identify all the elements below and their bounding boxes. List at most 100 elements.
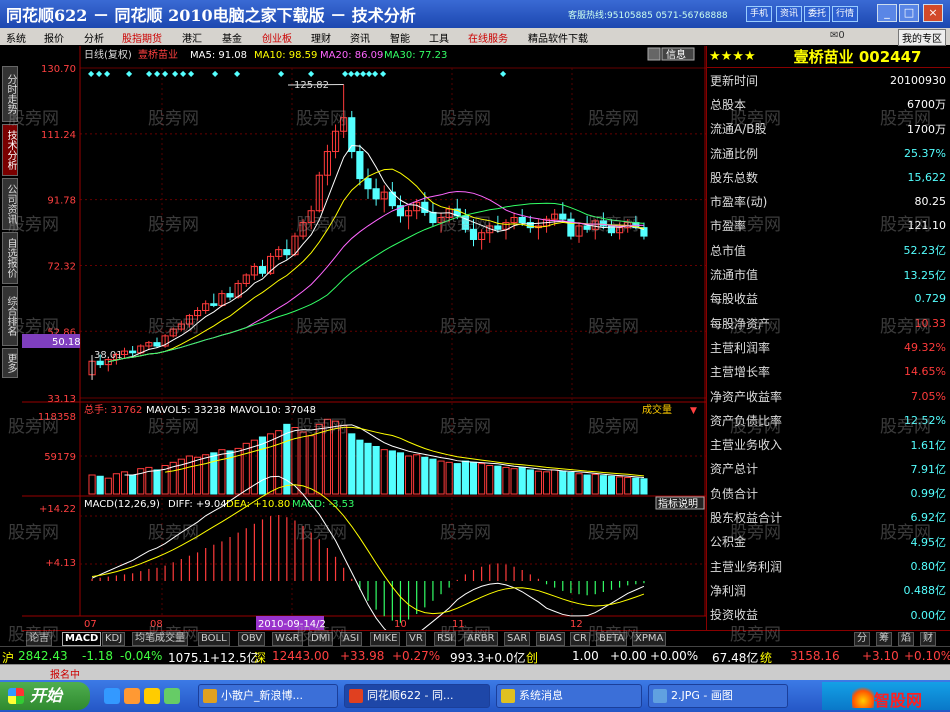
menu-finance[interactable]: 理财 [311, 30, 331, 45]
indicator-tab[interactable]: RSI [434, 632, 457, 646]
site-watermark: 智股网 [852, 684, 950, 710]
minimize-button[interactable]: _ [877, 4, 897, 22]
menu-smart[interactable]: 智能 [390, 30, 410, 45]
maximize-button[interactable]: □ [899, 4, 919, 22]
sh-index[interactable]: 2842.43 [18, 649, 68, 663]
sz-index[interactable]: 12443.00 [272, 649, 329, 663]
mobile-button[interactable]: 手机 [746, 6, 773, 22]
menu-software[interactable]: 精品软件下载 [528, 30, 588, 45]
event-marker-icon[interactable]: ◆ [380, 69, 387, 78]
market-ticker: 沪 2842.43 -1.18 -0.04% 1075.1+12.5亿 深 12… [0, 646, 950, 665]
menu-fund[interactable]: 基金 [222, 30, 242, 45]
event-marker-icon[interactable]: ◆ [188, 69, 195, 78]
menu-hk[interactable]: 港汇 [182, 30, 202, 45]
menu-analysis[interactable]: 分析 [84, 30, 104, 45]
indicator-tab[interactable]: BETA [596, 632, 628, 646]
indicator-tab[interactable]: XPMA [632, 632, 667, 646]
menu-news[interactable]: 资讯 [350, 30, 370, 45]
event-marker-icon[interactable]: ◆ [154, 69, 161, 78]
volume-bar [632, 477, 640, 495]
menu-quote[interactable]: 报价 [44, 30, 64, 45]
indicator-tab[interactable]: MACD [62, 632, 102, 646]
tab-watchlist[interactable]: 自选报价 [2, 232, 18, 284]
cy-index[interactable]: 1.00 [572, 649, 599, 663]
indicator-tab[interactable]: W&R [272, 632, 303, 646]
indicator-tab[interactable]: BIAS [536, 632, 565, 646]
indicator-tab[interactable]: 论吉 [26, 632, 52, 646]
news-button[interactable]: 资讯 [776, 6, 803, 22]
tab-ranking[interactable]: 综合排名 [2, 286, 18, 346]
event-marker-icon[interactable]: ◆ [172, 69, 179, 78]
indicator-tab[interactable]: DMI [308, 632, 334, 646]
ma-line [108, 202, 644, 363]
task-blog[interactable]: 小散户_新浪博... [198, 684, 338, 708]
menu-bar: 系统 报价 分析 股指期货 港汇 基金 创业板 理财 资讯 智能 工具 在线服务… [0, 28, 950, 46]
desktop-icon[interactable] [164, 688, 180, 704]
indicator-tab[interactable]: OBV [238, 632, 266, 646]
status-bar: 报名中 [0, 664, 950, 681]
event-marker-icon[interactable]: ◆ [180, 69, 187, 78]
tab-company[interactable]: 公司资讯 [2, 178, 18, 230]
event-marker-icon[interactable]: ◆ [278, 69, 285, 78]
my-zone-button[interactable]: 我的专区 [898, 29, 946, 46]
right-panel-tab[interactable]: 焰 [898, 632, 914, 646]
event-marker-icon[interactable]: ◆ [126, 69, 133, 78]
fundamental-row: 流通比例 25.37% [707, 141, 950, 165]
event-marker-icon[interactable]: ◆ [234, 69, 241, 78]
indicator-tab[interactable]: ARBR [464, 632, 498, 646]
fundamental-value: 20100930 [890, 73, 946, 87]
event-marker-icon[interactable]: ◆ [372, 69, 379, 78]
event-marker-icon[interactable]: ◆ [88, 69, 95, 78]
close-button[interactable]: × [923, 4, 943, 22]
indicator-tab[interactable]: KDJ [102, 632, 126, 646]
volume-selector[interactable]: 成交量 [642, 403, 672, 416]
event-marker-icon[interactable]: ◆ [104, 69, 111, 78]
volume-bar [356, 439, 364, 495]
fundamental-label: 资产总计 [710, 462, 759, 477]
folder-icon[interactable] [124, 688, 140, 704]
menu-tools[interactable]: 工具 [429, 30, 449, 45]
mail-icon[interactable]: ✉0 [830, 30, 845, 41]
date-tick: 07 [84, 619, 97, 630]
right-panel-tab[interactable]: 筹 [876, 632, 892, 646]
quote-button[interactable]: 行情 [832, 6, 859, 22]
indicator-tab[interactable]: BOLL [198, 632, 230, 646]
menu-online[interactable]: 在线服务 [468, 30, 508, 45]
menu-system[interactable]: 系统 [6, 30, 26, 45]
tab-timeshare[interactable]: 分时走势 [2, 66, 18, 122]
ie-icon[interactable] [104, 688, 120, 704]
tab-more[interactable]: 更多 [2, 348, 18, 378]
ma5-label: MA5: 91.08 [190, 50, 247, 61]
chevron-down-icon[interactable]: ▼ [690, 406, 697, 416]
media-icon[interactable] [144, 688, 160, 704]
event-marker-icon[interactable]: ◆ [146, 69, 153, 78]
indicator-tab[interactable]: VR [406, 632, 426, 646]
indicator-tab[interactable]: SAR [504, 632, 531, 646]
menu-futures[interactable]: 股指期货 [122, 30, 162, 45]
right-panel-tab[interactable]: 分 [854, 632, 870, 646]
task-message[interactable]: 系统消息 [496, 684, 642, 708]
task-ths[interactable]: 同花顺622 - 同... [344, 684, 490, 708]
indicator-tab[interactable]: ASI [340, 632, 363, 646]
start-button[interactable]: 开始 [0, 682, 90, 710]
current-price-label: 50.18 [52, 337, 81, 348]
tab-technical[interactable]: 技术分析 [2, 124, 18, 176]
menu-gem[interactable]: 创业板 [262, 30, 292, 45]
trade-button[interactable]: 委托 [804, 6, 831, 22]
event-marker-icon[interactable]: ◆ [500, 69, 507, 78]
task-paint[interactable]: 2.JPG - 画图 [648, 684, 788, 708]
fundamental-label: 主营业务收入 [710, 438, 783, 453]
dual-arrow-icon[interactable] [647, 47, 661, 61]
right-panel-tab[interactable]: 财 [920, 632, 936, 646]
candle-body [96, 360, 104, 366]
indicator-tab[interactable]: 均笔成交量 [132, 632, 188, 646]
event-marker-icon[interactable]: ◆ [308, 69, 315, 78]
kline-chart[interactable]: 日线(复权) 壹桥苗业 MA5: 91.08 MA10: 98.59 MA20:… [22, 46, 706, 630]
event-marker-icon[interactable]: ◆ [212, 69, 219, 78]
indicator-tab[interactable]: CR [570, 632, 590, 646]
event-marker-icon[interactable]: ◆ [162, 69, 169, 78]
tong-index[interactable]: 3158.16 [790, 649, 840, 663]
event-marker-icon[interactable]: ◆ [96, 69, 103, 78]
indicator-tab[interactable]: MIKE [370, 632, 401, 646]
volume-bar [388, 450, 396, 495]
